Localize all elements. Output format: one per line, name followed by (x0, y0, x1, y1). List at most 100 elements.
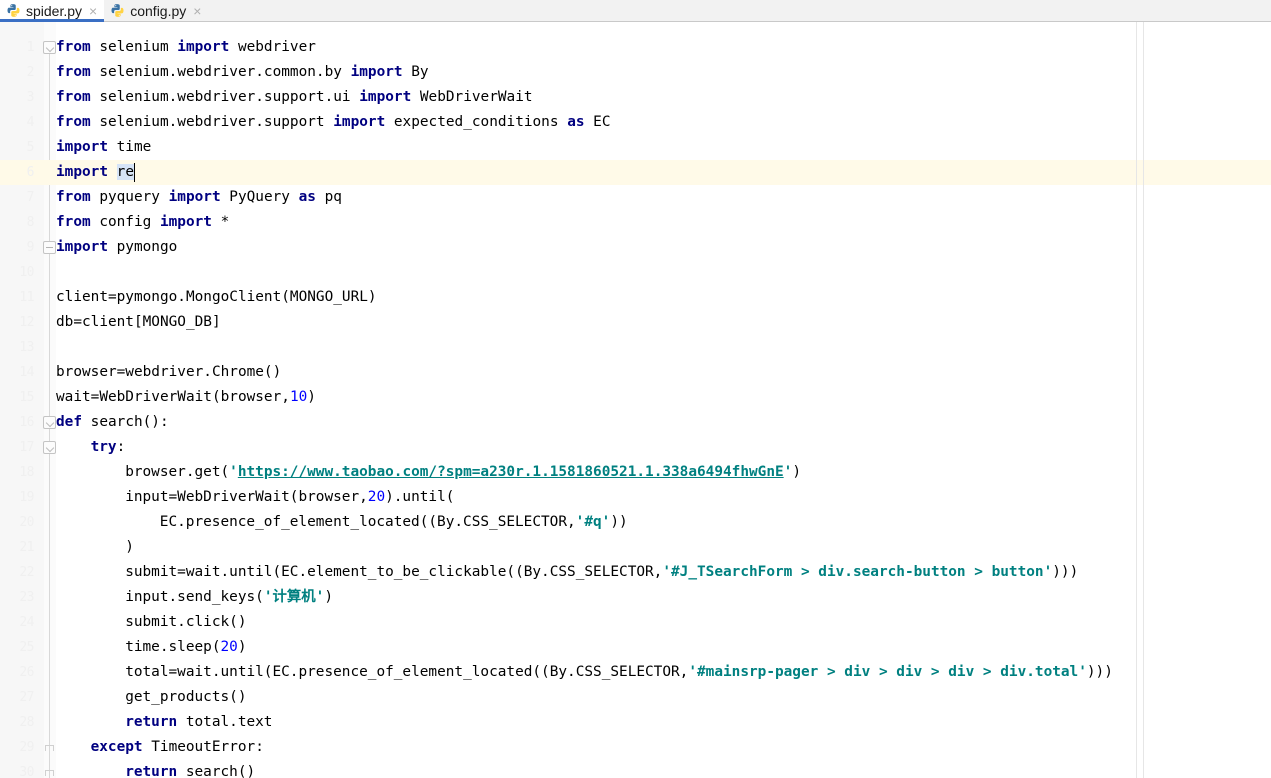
code-text: browser=webdriver.Chrome() (56, 360, 1271, 385)
token-plain: time.sleep( (125, 639, 221, 655)
token-str: ' (229, 464, 238, 480)
code-line[interactable]: 3 from selenium.webdriver.support.ui impo… (0, 85, 1271, 110)
token-kw: import (359, 89, 412, 105)
token-plain: wait=WebDriverWait(browser, (56, 389, 290, 405)
line-number: 26 (19, 665, 34, 680)
code-text: total=wait.until(EC.presence_of_element_… (56, 660, 1271, 685)
code-text: from selenium import webdriver (56, 35, 1271, 60)
code-text: submit.click() (56, 610, 1271, 635)
code-line[interactable]: 11 client=pymongo.MongoClient(MONGO_URL) (0, 285, 1271, 310)
code-line[interactable]: 18 browser.get('https://www.taobao.com/?s… (0, 460, 1271, 485)
token-plain: submit.click() (125, 614, 247, 630)
line-number: 21 (19, 540, 34, 555)
token-plain: input=WebDriverWait(browser, (125, 489, 368, 505)
token-kw: from (56, 89, 91, 105)
code-line[interactable]: 6 import re (0, 160, 1271, 185)
code-line[interactable]: 10 (0, 260, 1271, 285)
token-plain: time (107, 139, 152, 155)
tab-spider-py[interactable]: spider.py × (0, 0, 105, 22)
code-line[interactable]: 13 (0, 335, 1271, 360)
code-text: time.sleep(20) (56, 635, 1271, 660)
line-number: 7 (26, 190, 35, 205)
token-kw: from (56, 189, 91, 205)
code-text: from selenium.webdriver.common.by import… (56, 60, 1271, 85)
close-icon[interactable]: × (191, 4, 201, 18)
code-line[interactable]: 8 from config import * (0, 210, 1271, 235)
line-number: 1 (26, 40, 35, 55)
code-line[interactable]: 23 input.send_keys('计算机') (0, 585, 1271, 610)
code-line[interactable]: 26 total=wait.until(EC.presence_of_elemen… (0, 660, 1271, 685)
token-url[interactable]: https://www.taobao.com/?spm=a230r.1.1581… (238, 464, 784, 480)
line-number: 25 (19, 640, 34, 655)
code-line[interactable]: 7 from pyquery import PyQuery as pq (0, 185, 1271, 210)
code-line[interactable]: 29 except TimeoutError: (0, 735, 1271, 760)
token-kw: from (56, 64, 91, 80)
line-number: 24 (19, 615, 34, 630)
line-number: 10 (19, 265, 34, 280)
right-margin-guide (1136, 22, 1137, 778)
code-line[interactable]: 14 browser=webdriver.Chrome() (0, 360, 1271, 385)
token-plain: )) (610, 514, 628, 530)
fold-marker[interactable] (43, 741, 56, 754)
code-text: client=pymongo.MongoClient(MONGO_URL) (56, 285, 1271, 310)
code-line[interactable]: 4 from selenium.webdriver.support import … (0, 110, 1271, 135)
code-line[interactable]: 9 import pymongo (0, 235, 1271, 260)
token-kw: return (125, 764, 178, 778)
fold-marker[interactable] (43, 241, 56, 254)
close-icon[interactable]: × (87, 4, 97, 18)
code-line[interactable]: 15 wait=WebDriverWait(browser,10) (0, 385, 1271, 410)
code-text: except TimeoutError: (56, 735, 1271, 760)
code-text: db=client[MONGO_DB] (56, 310, 1271, 335)
token-plain: ) (125, 539, 134, 555)
code-line[interactable]: 27 get_products() (0, 685, 1271, 710)
line-number: 2 (26, 65, 35, 80)
token-plain: browser=webdriver.Chrome() (56, 364, 282, 380)
token-kw: from (56, 39, 91, 55)
token-plain: search() (177, 764, 256, 778)
code-line[interactable]: 28 return total.text (0, 710, 1271, 735)
python-file-icon (6, 3, 21, 18)
token-kw: from (56, 214, 91, 230)
code-line[interactable]: 1 from selenium import webdriver (0, 35, 1271, 60)
token-num: 20 (367, 489, 386, 505)
code-line[interactable]: 24 submit.click() (0, 610, 1271, 635)
fold-marker[interactable] (43, 441, 56, 454)
code-text: try: (56, 435, 1271, 460)
line-number: 23 (19, 590, 34, 605)
code-text: return search() (56, 760, 1271, 778)
token-plain: ))) (1052, 564, 1079, 580)
fold-marker[interactable] (43, 41, 56, 54)
token-kw: as (567, 114, 585, 130)
fold-marker[interactable] (43, 416, 56, 429)
editor-tab-bar: spider.py × config.py × (0, 0, 1271, 22)
tab-label: config.py (130, 2, 187, 19)
code-line[interactable]: 16 def search(): (0, 410, 1271, 435)
code-text: ) (56, 535, 1271, 560)
code-line[interactable]: 2 from selenium.webdriver.common.by impor… (0, 60, 1271, 85)
line-number: 9 (26, 240, 35, 255)
code-line[interactable]: 25 time.sleep(20) (0, 635, 1271, 660)
token-str: '#q' (575, 514, 611, 530)
python-file-icon (110, 3, 125, 18)
token-kw: import (168, 189, 221, 205)
code-line[interactable]: 21) (0, 535, 1271, 560)
code-text: from selenium.webdriver.support.ui impor… (56, 85, 1271, 110)
code-line[interactable]: 5 import time (0, 135, 1271, 160)
code-text: input.send_keys('计算机') (56, 585, 1271, 610)
code-line[interactable]: 30 return search() (0, 760, 1271, 778)
code-text: from config import * (56, 210, 1271, 235)
code-line[interactable]: 20 EC.presence_of_element_located((By.CSS… (0, 510, 1271, 535)
line-number: 29 (19, 740, 34, 755)
fold-marker[interactable] (43, 766, 56, 778)
token-str: '#J_TSearchForm > div.search-button > bu… (662, 564, 1053, 580)
code-editor[interactable]: 1 from selenium import webdriver 2 from sel… (0, 22, 1271, 778)
line-number: 6 (26, 165, 35, 180)
token-plain: TimeoutError: (142, 739, 264, 755)
token-plain: PyQuery (220, 189, 299, 205)
code-line[interactable]: 17 try: (0, 435, 1271, 460)
tab-config-py[interactable]: config.py × (104, 0, 208, 21)
code-line[interactable]: 19 input=WebDriverWait(browser,20).until( (0, 485, 1271, 510)
code-line[interactable]: 12 db=client[MONGO_DB] (0, 310, 1271, 335)
code-line[interactable]: 22 submit=wait.until(EC.element_to_be_cli… (0, 560, 1271, 585)
code-text: from pyquery import PyQuery as pq (56, 185, 1271, 210)
